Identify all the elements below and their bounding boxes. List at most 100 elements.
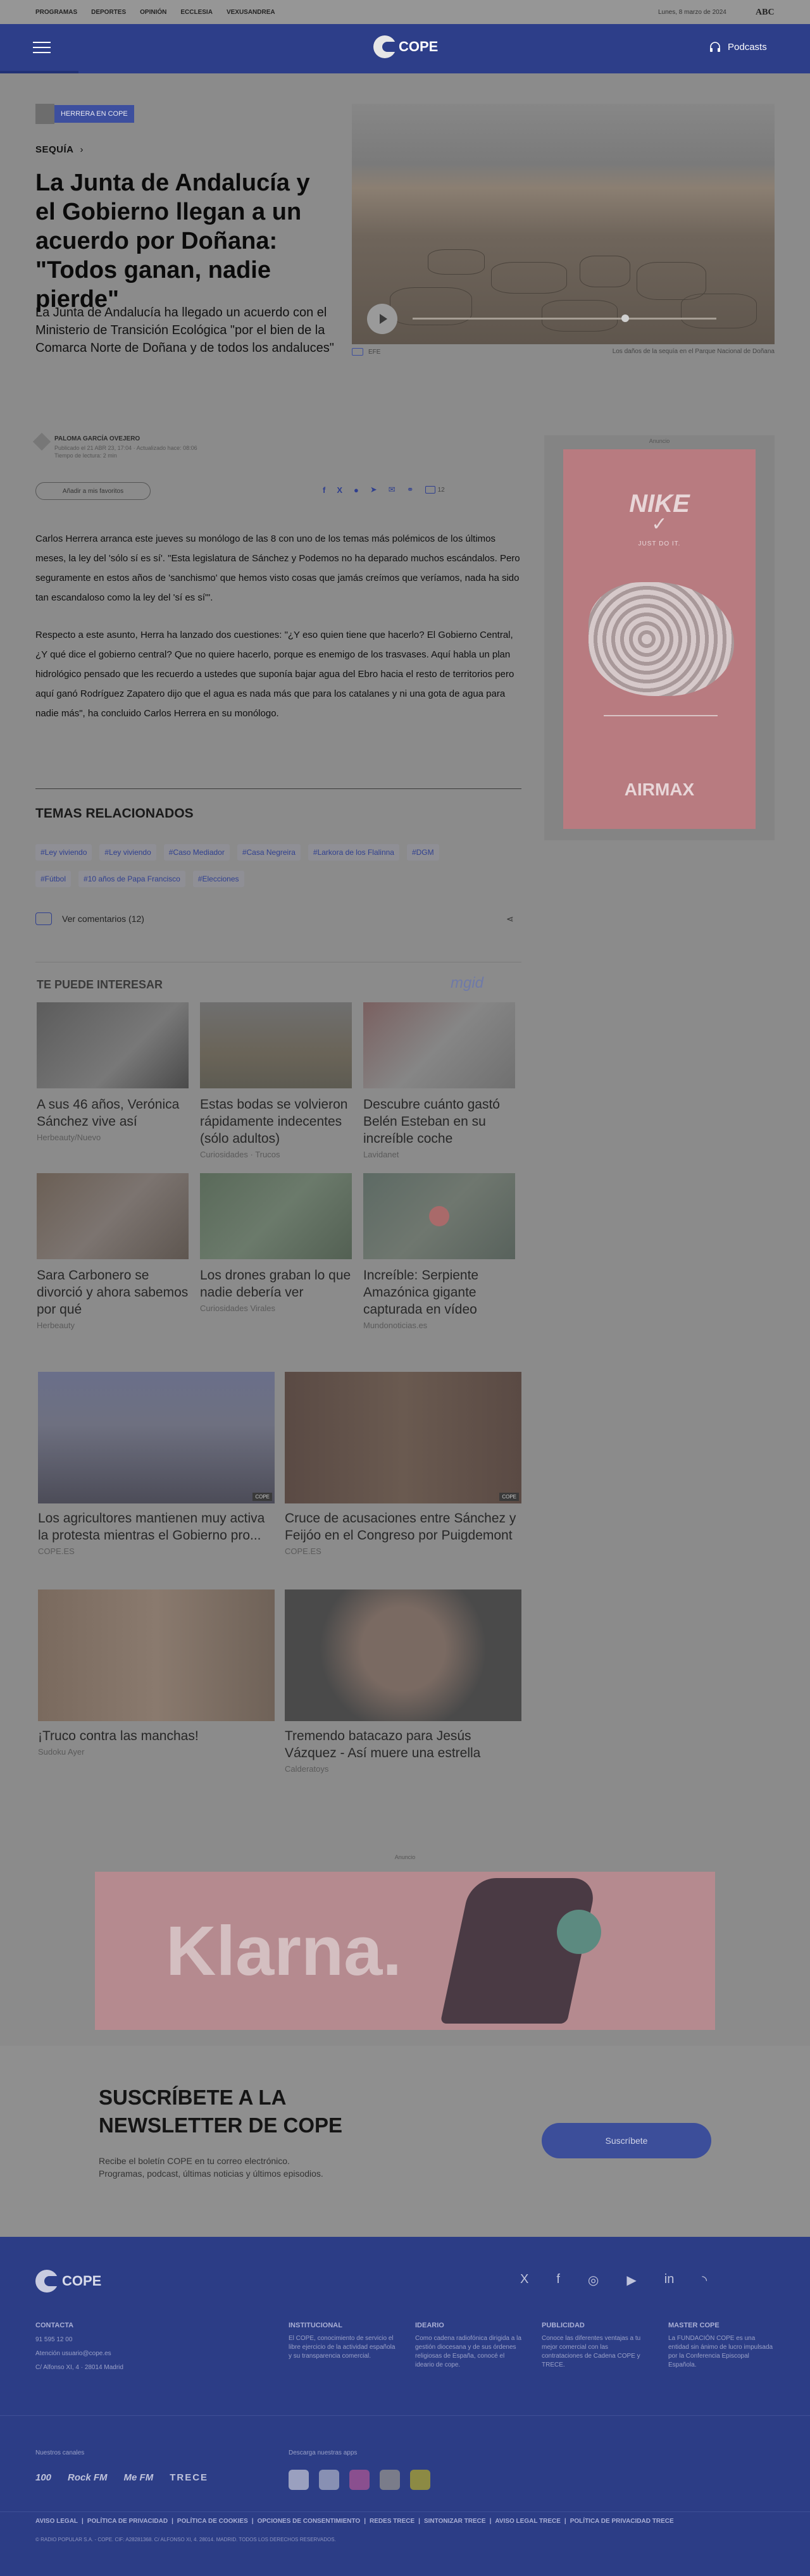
tag-chip[interactable]: #10 años de Papa Francisco (78, 871, 185, 887)
app-icon-4[interactable] (380, 2470, 400, 2490)
mgid-logo[interactable]: mgid (451, 974, 483, 992)
program-badge[interactable]: HERRERA EN COPE (35, 104, 134, 124)
ad-label: Anuncio (394, 1854, 416, 1860)
legal-link[interactable]: POLÍTICA DE PRIVACIDAD TRECE (570, 2518, 674, 2525)
legal-link[interactable]: POLÍTICA DE PRIVACIDAD (87, 2518, 168, 2525)
cope-badge: COPE (252, 1493, 272, 1501)
interest-card[interactable]: Estas bodas se volvieron rápidamente ind… (200, 1002, 352, 1159)
legal-link[interactable]: REDES TRECE (370, 2518, 414, 2525)
see-comments-link[interactable]: Ver comentarios (12) (35, 912, 144, 925)
interest-card[interactable]: Los drones graban lo que nadie debería v… (200, 1173, 352, 1313)
cope-card[interactable]: ¡Truco contra las manchas! Sudoku Ayer (38, 1590, 275, 1757)
cope-card[interactable]: COPE Cruce de acusaciones entre Sánchez … (285, 1372, 521, 1556)
comments-icon[interactable]: 12 (425, 486, 445, 494)
section-label: SEQUÍA (35, 144, 74, 155)
ad-line (604, 715, 718, 716)
top-nav-vexusandrea[interactable]: VEXUSANDREA (227, 9, 275, 16)
column-title[interactable]: INSTITUCIONAL (289, 2322, 396, 2329)
x-social-icon[interactable]: X (520, 2272, 528, 2288)
tag-chip[interactable]: #Ley viviendo (35, 844, 92, 861)
telegram-share-icon[interactable]: ➤ (370, 485, 377, 495)
interest-card[interactable]: Descubre cuánto gastó Belén Esteban en s… (363, 1002, 515, 1159)
podcasts-link[interactable]: Podcasts (709, 40, 767, 53)
copyright: © RADIO POPULAR S.A. - COPE. CIF: A28281… (35, 2537, 336, 2542)
cope-card[interactable]: COPE Los agricultores mantienen muy acti… (38, 1372, 275, 1556)
legal-link[interactable]: POLÍTICA DE COOKIES (177, 2518, 248, 2525)
linkedin-social-icon[interactable]: in (664, 2272, 675, 2288)
column-title[interactable]: IDEARIO (415, 2322, 523, 2329)
section-breadcrumb[interactable]: SEQUÍA › (35, 144, 84, 155)
klarna-ad[interactable]: Klarna. (95, 1872, 715, 2030)
contact-title: CONTACTA (35, 2322, 74, 2329)
card-source: COPE.ES (38, 1546, 75, 1556)
add-favorites-button[interactable]: Añadir a mis favoritos (35, 482, 151, 500)
play-button[interactable] (367, 304, 397, 334)
column-title[interactable]: PUBLICIDAD (542, 2322, 649, 2329)
share-icon[interactable]: ⋖ (506, 914, 514, 924)
abc-link[interactable]: ABC (756, 8, 775, 18)
tag-chip[interactable]: #DGM (406, 844, 439, 861)
facebook-share-icon[interactable]: f (323, 485, 325, 495)
nike-ad-creative[interactable]: NIKE ✓ JUST DO IT. AIRMAX (563, 449, 756, 829)
column-title[interactable]: MASTER COPE (668, 2322, 776, 2329)
tag-chip[interactable]: #Ley viviendo (99, 844, 156, 861)
headphones-icon (710, 42, 720, 52)
hamburger-menu-icon[interactable] (33, 42, 51, 53)
card-source: Mundonoticias.es (363, 1321, 428, 1330)
footer-logo[interactable]: COPE (35, 2270, 101, 2293)
column-text: Conoce las diferentes ventajas a tu mejo… (542, 2335, 641, 2368)
tag-chip[interactable]: #Caso Mediador (163, 844, 230, 861)
site-logo[interactable]: COPE (373, 35, 438, 58)
footer-column: IDEARIO Como cadena radiofónica dirigida… (415, 2322, 523, 2370)
whatsapp-share-icon[interactable]: ● (354, 485, 359, 495)
contact-email[interactable]: Atención usuario@cope.es (35, 2349, 156, 2358)
instagram-social-icon[interactable]: ◎ (588, 2272, 599, 2288)
email-share-icon[interactable]: ✉ (389, 485, 396, 495)
link-share-icon[interactable]: ⚭ (407, 485, 414, 495)
app-icon-5[interactable] (410, 2470, 430, 2490)
channel-100-logo[interactable]: 100 (35, 2472, 51, 2483)
rss-social-icon[interactable]: ◝ (702, 2272, 707, 2288)
contact-phone[interactable]: 91 595 12 00 (35, 2336, 156, 2344)
legal-link[interactable]: AVISO LEGAL (35, 2518, 78, 2525)
top-nav-deportes[interactable]: DEPORTES (91, 9, 126, 16)
card-title: Tremendo batacazo para Jesús Vázquez - A… (285, 1729, 481, 1760)
interest-card[interactable]: Increíble: Serpiente Amazónica gigante c… (363, 1173, 515, 1330)
tag-chip[interactable]: #Larkora de los Flalinna (308, 844, 399, 861)
card-image (285, 1590, 521, 1721)
channel-mefm-logo[interactable]: Me FM (124, 2472, 154, 2483)
progress-handle[interactable] (621, 314, 629, 322)
interest-card[interactable]: Sara Carbonero se divorció y ahora sabem… (37, 1173, 189, 1330)
podcast-app-icon[interactable] (319, 2470, 339, 2490)
channel-trece-logo[interactable]: TRECE (170, 2472, 208, 2483)
tag-chip[interactable]: #Elecciones (192, 871, 244, 887)
video-progress-bar[interactable] (413, 318, 716, 320)
top-nav-programas[interactable]: PROGRAMAS (35, 9, 77, 16)
author-name[interactable]: PALOMA GARCÍA OVEJERO (54, 435, 197, 442)
legal-link[interactable]: SINTONIZAR TRECE (424, 2518, 486, 2525)
card-image: COPE (38, 1372, 275, 1503)
card-image (37, 1173, 189, 1259)
facebook-social-icon[interactable]: f (556, 2272, 560, 2288)
sidebar-ad[interactable]: Anuncio NIKE ✓ JUST DO IT. AIRMAX (544, 435, 775, 840)
subscribe-button[interactable]: Suscríbete (542, 2123, 711, 2158)
card-source: Calderatoys (285, 1764, 329, 1774)
cope-app-icon[interactable] (289, 2470, 309, 2490)
footer-divider (0, 2511, 810, 2512)
app-icon-3[interactable] (349, 2470, 370, 2490)
cope-card[interactable]: Tremendo batacazo para Jesús Vázquez - A… (285, 1590, 521, 1774)
current-date: Lunes, 8 marzo de 2024 (658, 9, 726, 16)
legal-link[interactable]: OPCIONES DE CONSENTIMIENTO (258, 2518, 361, 2525)
top-nav-ecclesia[interactable]: ECCLESIA (180, 9, 213, 16)
x-share-icon[interactable]: X (337, 485, 342, 495)
apps-row (289, 2470, 430, 2490)
interest-card[interactable]: A sus 46 años, Verónica Sánchez vive así… (37, 1002, 189, 1142)
tag-chip[interactable]: #Casa Negreira (237, 844, 301, 861)
top-nav-opinion[interactable]: OPINIÓN (140, 9, 166, 16)
legal-link[interactable]: AVISO LEGAL TRECE (495, 2518, 561, 2525)
youtube-social-icon[interactable]: ▶ (626, 2272, 636, 2288)
author-logo-icon (32, 432, 51, 451)
tag-chip[interactable]: #Fútbol (35, 871, 72, 887)
camera-icon (352, 348, 363, 356)
channel-rockfm-logo[interactable]: Rock FM (68, 2472, 108, 2483)
